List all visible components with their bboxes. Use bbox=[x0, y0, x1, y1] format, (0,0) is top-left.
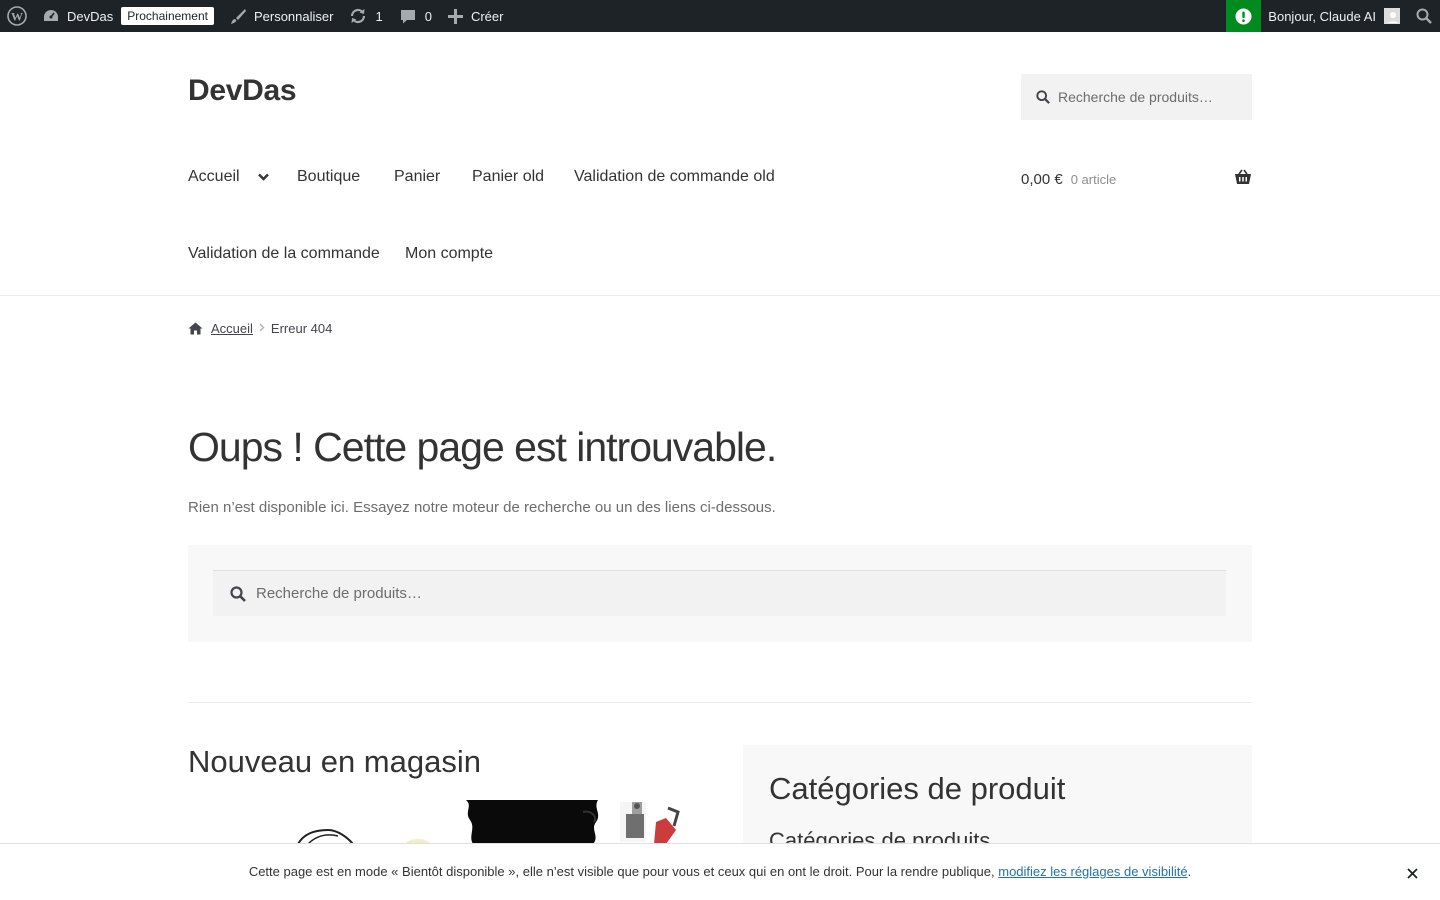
greeting-label: Bonjour, Claude AI bbox=[1268, 8, 1376, 24]
comment-icon bbox=[400, 9, 415, 23]
visibility-settings-link[interactable]: modifiez les réglages de visibilité bbox=[998, 864, 1187, 879]
nav-item-label: Accueil bbox=[188, 168, 240, 186]
page-intro-text: Rien n’est disponible ici. Essayez notre… bbox=[188, 499, 776, 516]
comments-button[interactable]: 0 bbox=[391, 0, 440, 32]
nav-item-shop[interactable]: Boutique bbox=[297, 168, 360, 186]
breadcrumb-home-link[interactable]: Accueil bbox=[211, 321, 253, 336]
customize-button[interactable]: Personnaliser bbox=[222, 0, 342, 32]
close-icon[interactable] bbox=[1404, 865, 1420, 881]
nav-item-cart-old[interactable]: Panier old bbox=[472, 168, 544, 186]
product-image[interactable] bbox=[188, 800, 716, 844]
chevron-right-icon bbox=[259, 323, 265, 335]
product-search-input[interactable]: Recherche de produits… bbox=[213, 570, 1226, 616]
nav-item-my-account[interactable]: Mon compte bbox=[405, 245, 493, 263]
comments-count: 0 bbox=[424, 8, 432, 24]
search-icon bbox=[230, 585, 246, 602]
product-search-placeholder: Recherche de produits… bbox=[256, 585, 422, 602]
chevron-down-icon[interactable] bbox=[258, 168, 269, 186]
brush-icon bbox=[230, 8, 246, 24]
cart-amount: 0,00 € bbox=[1021, 170, 1063, 188]
svg-text:W: W bbox=[11, 10, 23, 24]
nav-item-checkout[interactable]: Validation de la commande bbox=[188, 245, 380, 263]
admin-bar: W DevDas Prochainement Personnaliser 1 0… bbox=[0, 0, 1440, 32]
categories-widget: Catégories de produit Catégories de prod… bbox=[743, 745, 1252, 845]
updates-count: 1 bbox=[375, 8, 383, 24]
plus-icon bbox=[447, 8, 463, 24]
categories-heading: Catégories de produit bbox=[769, 771, 1066, 806]
nav-item-home[interactable]: Accueil bbox=[188, 168, 269, 186]
search-icon bbox=[1036, 90, 1050, 104]
updates-button[interactable]: 1 bbox=[341, 0, 390, 32]
header-search-input[interactable]: Recherche de produits… bbox=[1021, 74, 1252, 120]
site-name-label: DevDas bbox=[67, 8, 114, 24]
nav-item-cart[interactable]: Panier bbox=[394, 168, 440, 186]
site-name-menu[interactable]: DevDas Prochainement bbox=[34, 0, 222, 32]
my-account-menu[interactable]: Bonjour, Claude AI bbox=[1261, 0, 1408, 32]
dashboard-icon bbox=[44, 10, 58, 21]
basket-icon bbox=[1234, 169, 1252, 190]
customize-label: Personnaliser bbox=[253, 8, 334, 24]
wordpress-logo-icon[interactable]: W bbox=[0, 0, 34, 32]
search-icon bbox=[1416, 8, 1432, 24]
new-in-store-heading: Nouveau en magasin bbox=[188, 744, 481, 779]
home-icon bbox=[188, 322, 203, 335]
notice-text: Cette page est en mode « Bientôt disponi… bbox=[0, 864, 1440, 879]
site-title[interactable]: DevDas bbox=[188, 74, 297, 108]
new-content-button[interactable]: Créer bbox=[440, 0, 512, 32]
page-title: Oups ! Cette page est introuvable. bbox=[188, 424, 777, 470]
avatar bbox=[1384, 8, 1400, 24]
new-content-label: Créer bbox=[470, 8, 504, 24]
notice-end: . bbox=[1187, 864, 1192, 879]
header-cart[interactable]: 0,00 € 0 article bbox=[1021, 168, 1252, 190]
site-status-button[interactable] bbox=[1226, 0, 1262, 32]
alert-icon bbox=[1235, 8, 1252, 24]
nav-item-checkout-old[interactable]: Validation de commande old bbox=[574, 168, 775, 186]
admin-search-button[interactable] bbox=[1408, 0, 1440, 32]
notice-message: Cette page est en mode « Bientôt disponi… bbox=[248, 864, 995, 879]
coming-soon-badge[interactable]: Prochainement bbox=[121, 7, 214, 25]
section-divider bbox=[188, 702, 1252, 703]
breadcrumb: Accueil Erreur 404 bbox=[188, 321, 332, 336]
breadcrumb-current: Erreur 404 bbox=[270, 321, 333, 336]
search-panel: Recherche de produits… bbox=[188, 545, 1252, 642]
header-search-placeholder: Recherche de produits… bbox=[1058, 89, 1213, 105]
cart-count: 0 article bbox=[1070, 171, 1117, 187]
updates-icon bbox=[351, 8, 366, 24]
coming-soon-notice: Cette page est en mode « Bientôt disponi… bbox=[0, 843, 1440, 900]
header-divider bbox=[0, 295, 1440, 296]
